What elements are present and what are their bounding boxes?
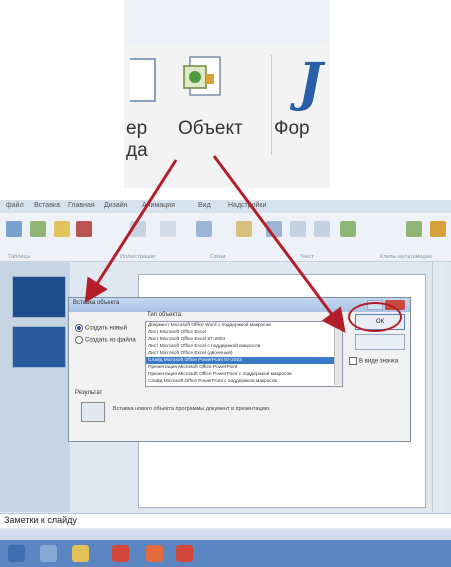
list-item[interactable]: Лист Microsoft Office Excel (двоичный) bbox=[146, 350, 342, 357]
object-type-list[interactable]: Документ Microsoft Office Word с поддерж… bbox=[145, 321, 343, 387]
list-item[interactable]: Слайд Microsoft Office PowerPoint с подд… bbox=[146, 378, 342, 385]
ribbon-group-tables: Таблицы bbox=[8, 254, 31, 260]
notes-placeholder[interactable]: Заметки к слайду bbox=[4, 515, 77, 525]
explorer-icon[interactable] bbox=[40, 545, 57, 562]
result-description: Вставка нового объекта программы докумен… bbox=[113, 406, 271, 412]
ok-highlight-oval bbox=[348, 302, 402, 332]
ribbon-group-links: Связи bbox=[210, 254, 226, 260]
menu-item-design[interactable]: Дизайн bbox=[104, 202, 128, 209]
insert-object-icon[interactable] bbox=[180, 54, 226, 100]
chrome-icon[interactable] bbox=[112, 545, 129, 562]
ribbon-group-illustrations: Иллюстрации bbox=[120, 254, 156, 260]
radio-create-new[interactable]: Создать новый bbox=[75, 324, 127, 332]
wordart-icon[interactable]: J bbox=[298, 52, 323, 113]
slides-pane bbox=[0, 262, 70, 512]
status-bar bbox=[0, 530, 451, 540]
sound-icon[interactable] bbox=[430, 221, 446, 237]
result-label: Результат bbox=[75, 390, 103, 396]
list-item-selected[interactable]: Слайд Microsoft Office PowerPoint 97-200… bbox=[146, 357, 342, 364]
radio-create-from-file[interactable]: Создать из файла bbox=[75, 336, 136, 344]
group-separator bbox=[271, 55, 272, 155]
list-scrollbar[interactable] bbox=[334, 321, 342, 385]
radio-unselected-icon bbox=[75, 336, 83, 344]
list-item[interactable]: Лист Microsoft Office Excel с поддержкой… bbox=[146, 343, 342, 350]
clipart-icon[interactable] bbox=[54, 221, 70, 237]
ribbon: Таблицы Иллюстрации Связи Текст Клипы му… bbox=[0, 213, 451, 262]
list-item[interactable]: Презентация Microsoft Office PowerPoint … bbox=[146, 371, 342, 378]
date-icon[interactable] bbox=[266, 221, 282, 237]
list-item[interactable]: Лист Microsoft Office Excel bbox=[146, 329, 342, 336]
object-type-label: Тип объекта: bbox=[147, 312, 183, 318]
object-icon[interactable] bbox=[340, 221, 356, 237]
header-icon[interactable] bbox=[196, 221, 212, 237]
dialog-title: Вставка объекта bbox=[73, 300, 120, 306]
menu-item-view[interactable]: Вид bbox=[198, 202, 211, 209]
chart-icon[interactable] bbox=[76, 221, 92, 237]
vertical-scrollbar[interactable] bbox=[432, 262, 443, 512]
menu-item-home[interactable]: Главная bbox=[68, 202, 95, 209]
symbol-icon[interactable] bbox=[314, 221, 330, 237]
folder-icon[interactable] bbox=[72, 545, 89, 562]
document-icon[interactable] bbox=[130, 58, 156, 102]
checkbox-icon bbox=[349, 357, 357, 365]
yandex-icon[interactable] bbox=[146, 545, 163, 562]
object-button-label[interactable]: Объект bbox=[178, 118, 243, 140]
menu-item-file[interactable]: файл bbox=[6, 202, 24, 209]
menu-bar: файл Вставка Главная Дизайн Анимация Вид… bbox=[0, 200, 451, 213]
menu-item-animation[interactable]: Анимация bbox=[142, 202, 175, 209]
ribbon-group-text: Текст bbox=[300, 254, 314, 260]
radio-selected-icon bbox=[75, 324, 83, 332]
slide-number-icon[interactable] bbox=[290, 221, 306, 237]
textbox-icon[interactable] bbox=[160, 221, 176, 237]
cancel-button[interactable] bbox=[355, 334, 405, 350]
ribbon-group-media: Клипы мультимедиа bbox=[380, 254, 432, 260]
result-object-icon bbox=[81, 402, 105, 422]
movie-icon[interactable] bbox=[406, 221, 422, 237]
menu-item-insert[interactable]: Вставка bbox=[34, 202, 60, 209]
list-item[interactable]: Лист Microsoft Office Excel 97-2003 bbox=[146, 336, 342, 343]
slide-thumbnail[interactable] bbox=[12, 276, 66, 318]
list-item[interactable]: Презентация Microsoft Office PowerPoint bbox=[146, 364, 342, 371]
taskbar bbox=[0, 540, 451, 567]
ribbon-zoom-callout: ер да Объект J Фор bbox=[124, 0, 330, 188]
shapes-icon[interactable] bbox=[130, 221, 146, 237]
powerpoint-icon[interactable] bbox=[176, 545, 193, 562]
next-button-label[interactable]: Фор bbox=[274, 118, 310, 140]
table-icon[interactable] bbox=[6, 221, 22, 237]
picture-icon[interactable] bbox=[30, 221, 46, 237]
display-as-icon-checkbox[interactable]: В виде значка bbox=[349, 357, 398, 365]
wordart-icon[interactable] bbox=[236, 221, 252, 237]
slide-thumbnail[interactable] bbox=[12, 326, 66, 368]
list-item[interactable]: Документ Microsoft Office Word с поддерж… bbox=[146, 322, 342, 329]
start-icon[interactable] bbox=[8, 545, 25, 562]
insert-from-file-label: ер да bbox=[126, 118, 148, 161]
ribbon-tab-strip bbox=[124, 0, 330, 45]
menu-item-addins[interactable]: Надстройки bbox=[228, 202, 266, 209]
